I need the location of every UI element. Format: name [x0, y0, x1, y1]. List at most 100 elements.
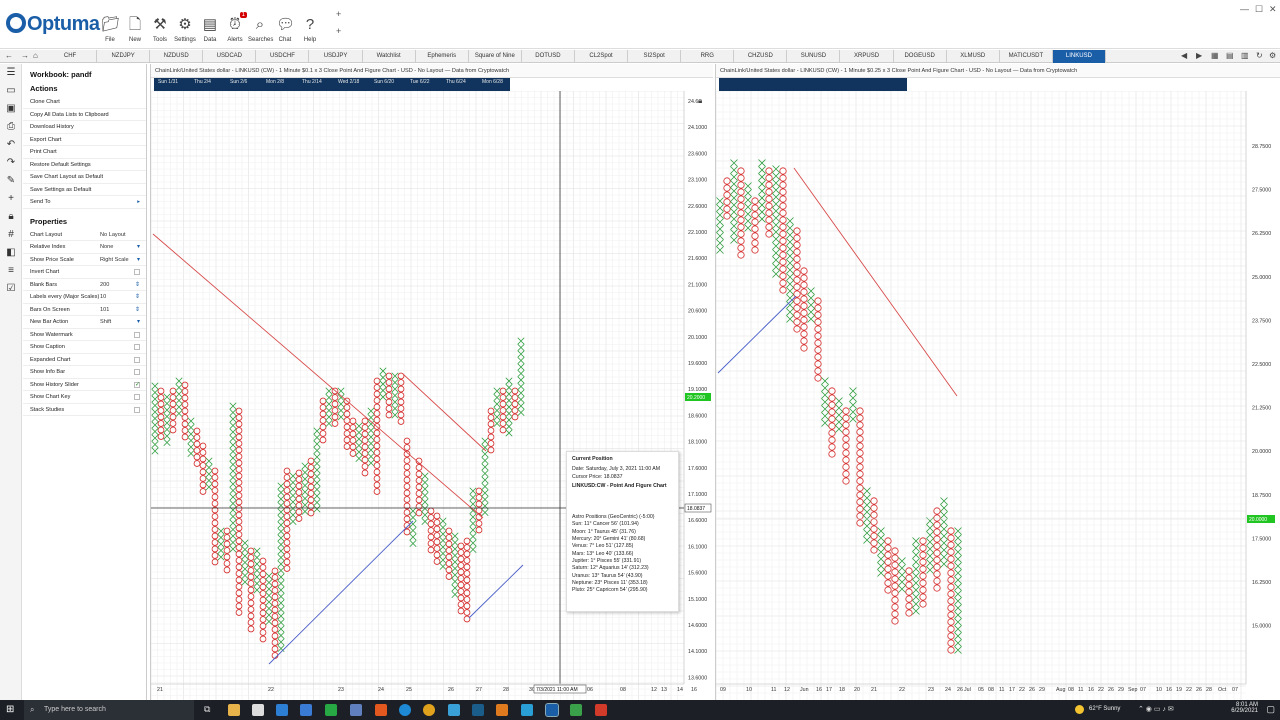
task-view-icon[interactable]: ⧉ — [204, 704, 210, 715]
toolbar-new-button[interactable]: 🗋 New — [123, 16, 147, 43]
spinner-icon[interactable]: ⇕ — [135, 279, 140, 292]
property-new-bar-action[interactable]: New Bar Action Shift ▾ — [23, 316, 146, 329]
crosshair-icon[interactable]: + — [0, 190, 22, 208]
chevron-down-icon[interactable]: ▾ — [137, 241, 140, 254]
spinner-icon[interactable]: ⇕ — [135, 291, 140, 304]
action-print-chart[interactable]: Print Chart — [23, 146, 146, 159]
pnf-chart-2[interactable]: 28.7500 27.5000 26.2500 25.0000 23.7500 22.50… — [716, 91, 1280, 700]
app-icon[interactable] — [350, 704, 362, 716]
property-value[interactable]: 200 — [100, 279, 109, 292]
spinner-icon[interactable]: ⇕ — [135, 304, 140, 317]
app-icon[interactable] — [325, 704, 337, 716]
property-value[interactable]: No Layout — [100, 229, 126, 242]
app-icon[interactable] — [448, 704, 460, 716]
tab-xrpusd[interactable]: XRPUSD — [841, 50, 894, 63]
mail-icon[interactable] — [276, 704, 288, 716]
action-send-to[interactable]: Send To ▸ — [23, 196, 146, 209]
forward-icon[interactable]: → — [21, 51, 29, 60]
print-icon[interactable]: ⎙ — [0, 118, 22, 136]
checkbox[interactable] — [134, 406, 140, 413]
add-icon[interactable]: + — [336, 26, 341, 36]
open-icon[interactable]: ▭ — [0, 82, 22, 100]
property-relative-index[interactable]: Relative Index None ▾ — [23, 241, 146, 254]
tab-dotusd[interactable]: DOTUSD — [522, 50, 575, 63]
property-value[interactable]: Shift — [100, 316, 111, 329]
toolbar-chat-button[interactable]: 💬︎ Chat — [273, 16, 297, 43]
redo-icon[interactable]: ↷ — [0, 154, 22, 172]
toolbar-settings-button[interactable]: ⚙ Settings — [173, 16, 197, 43]
toolbar-tools-button[interactable]: ⚒ Tools — [148, 16, 172, 43]
property-labels-every-major-scales-[interactable]: Labels every (Major Scales) 10 ⇕ — [23, 291, 146, 304]
property-show-history-slider[interactable]: Show History Slider ✓ — [23, 379, 146, 391]
tray-icons[interactable]: ⌃ ◉ ▭ ♪ ✉ — [1138, 705, 1174, 713]
chevron-down-icon[interactable]: ▾ — [137, 254, 140, 267]
toolbar-alerts-button[interactable]: ⏰︎ 1 Alerts — [223, 12, 247, 43]
grid-view-icon[interactable]: ▦ — [1211, 51, 1219, 60]
tab-linkusd[interactable]: LINKUSD — [1052, 50, 1106, 63]
action-restore-default-settings[interactable]: Restore Default Settings — [23, 159, 146, 171]
chrome-browser-icon[interactable] — [423, 704, 435, 716]
app-icon[interactable] — [300, 704, 312, 716]
property-chart-layout[interactable]: Chart Layout No Layout — [23, 229, 146, 242]
property-value[interactable]: 101 — [100, 304, 109, 317]
tab-cl2spot[interactable]: CL2Spot — [575, 50, 629, 63]
edge-browser-icon[interactable] — [399, 704, 411, 716]
tab-nzdjpy[interactable]: NZDJPY — [97, 50, 151, 63]
toolbar-help-button[interactable]: ? Help — [298, 16, 322, 43]
tab-nzdusd[interactable]: NZDUSD — [150, 50, 204, 63]
file-explorer-icon[interactable] — [228, 704, 240, 716]
checkbox[interactable] — [134, 269, 140, 275]
tab-usdcad[interactable]: USDCAD — [203, 50, 257, 63]
action-download-history[interactable]: Download History — [23, 121, 146, 134]
weather-text[interactable]: 62°F Sunny — [1089, 706, 1120, 712]
add-icon[interactable]: + — [336, 9, 341, 19]
tab-scroll-right-icon[interactable]: ▶ — [1196, 51, 1202, 60]
undo-icon[interactable]: ↶ — [0, 136, 22, 154]
checkbox[interactable] — [134, 331, 140, 338]
tab-chzusd[interactable]: CHZUSD — [734, 50, 788, 63]
tab-ephemeris[interactable]: Ephemeris — [416, 50, 469, 63]
checkbox[interactable] — [134, 356, 140, 363]
tab-sunusd[interactable]: SUNUSD — [787, 50, 841, 63]
property-show-watermark[interactable]: Show Watermark — [23, 329, 146, 341]
back-icon[interactable]: ← — [5, 51, 13, 60]
check-list-icon[interactable]: ☑ — [0, 280, 22, 298]
chevron-down-icon[interactable]: ▾ — [137, 316, 140, 329]
tab-xlmusd[interactable]: XLMUSD — [947, 50, 1000, 63]
tab-rrg[interactable]: RRG — [681, 50, 735, 63]
tab-usdchf[interactable]: USDCHF — [256, 50, 310, 63]
history-slider-2[interactable] — [719, 78, 907, 91]
close-icon[interactable]: ✕ — [1269, 4, 1277, 15]
tab-dogeusd[interactable]: DOGEUSD — [894, 50, 947, 63]
layout-icon[interactable]: ▤ — [1226, 51, 1234, 60]
property-value[interactable]: None — [100, 241, 113, 254]
brave-browser-icon[interactable] — [375, 704, 387, 716]
app-icon[interactable] — [496, 704, 508, 716]
property-value[interactable]: Right Scale — [100, 254, 129, 267]
tab-usdjpy[interactable]: USDJPY — [310, 50, 363, 63]
optuma-taskbar-icon[interactable] — [545, 703, 559, 717]
history-slider-1[interactable]: Sun 1/31 Thu 2/4 Sun 2/6 Mon 2/8 Thu 2/14 Wed… — [154, 78, 510, 91]
property-show-price-scale[interactable]: Show Price Scale Right Scale ▾ — [23, 254, 146, 267]
toolbar-searches-button[interactable]: ⌕ Searches — [248, 16, 273, 43]
tab-chf[interactable]: CHF — [44, 50, 98, 63]
lock-icon[interactable]: 🔒︎ — [0, 208, 22, 226]
notification-icon[interactable]: ▢ — [1266, 704, 1275, 715]
draw-tool-icon[interactable]: ✎ — [0, 172, 22, 190]
property-value[interactable]: 10 — [100, 291, 106, 304]
minimize-icon[interactable]: — — [1240, 4, 1249, 14]
list-icon[interactable]: ≡ — [0, 262, 22, 280]
tile-icon[interactable]: ▥ — [1241, 51, 1249, 60]
checkbox[interactable] — [134, 344, 140, 350]
store-icon[interactable] — [252, 704, 264, 716]
property-expanded-chart[interactable]: Expanded Chart — [23, 354, 146, 366]
maximize-icon[interactable]: ☐ — [1255, 4, 1263, 15]
steam-icon[interactable] — [472, 704, 484, 716]
action-copy-all-data-lists-to-clipboard[interactable]: Copy All Data Lists to Clipboard — [23, 109, 146, 121]
taskbar-search-input[interactable]: ⌕ Type here to search — [24, 700, 194, 720]
tab-si2spot[interactable]: SI2Spot — [628, 50, 682, 63]
tab-square-of-nine[interactable]: Square of Nine — [469, 50, 522, 63]
action-save-settings-as-default[interactable]: Save Settings as Default — [23, 184, 146, 196]
checkbox[interactable] — [134, 394, 140, 400]
layer-icon[interactable]: ◧ — [0, 244, 22, 262]
